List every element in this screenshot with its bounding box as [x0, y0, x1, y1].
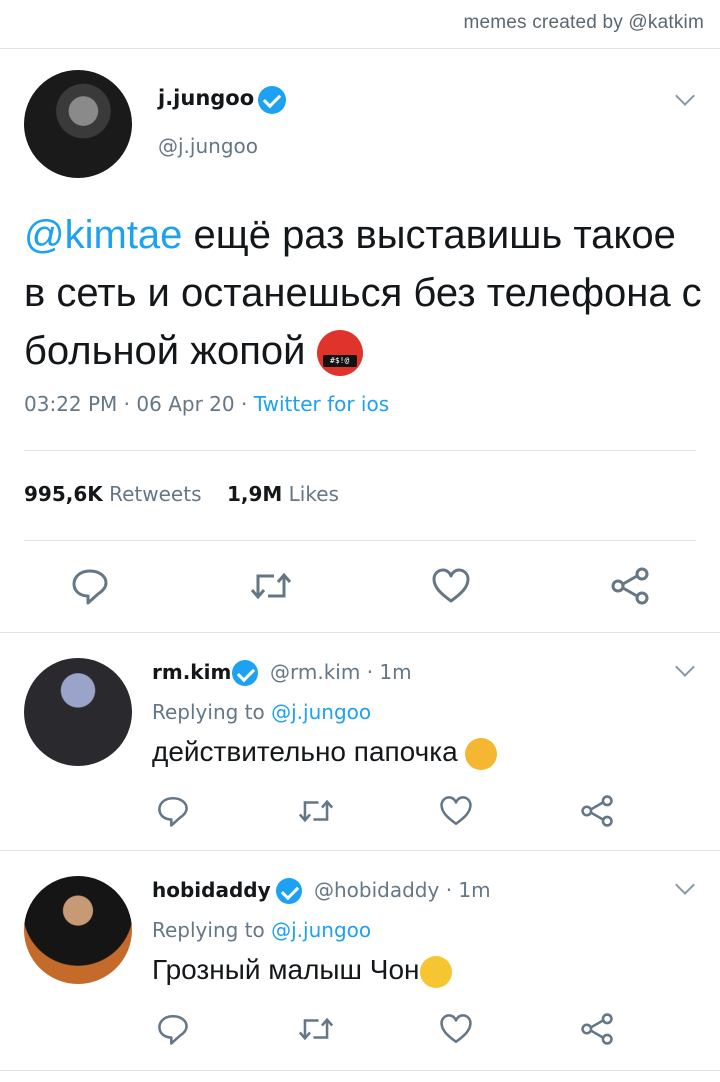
display-name[interactable]: hobidaddy	[152, 878, 271, 902]
retweet-icon[interactable]	[296, 1012, 336, 1046]
verified-badge-icon	[232, 660, 258, 686]
tweet-date: 06 Apr 20	[136, 392, 235, 416]
kissing-face-icon	[419, 955, 452, 988]
retweets-count: 995,6K	[24, 482, 103, 506]
replying-to-link[interactable]: @j.jungoo	[271, 700, 371, 724]
reply-icon[interactable]	[70, 566, 110, 606]
handle[interactable]: @hobidaddy	[314, 878, 439, 902]
share-icon[interactable]	[578, 1012, 616, 1046]
reply-icon[interactable]	[156, 794, 190, 828]
divider	[0, 632, 720, 633]
like-icon[interactable]	[438, 794, 474, 828]
tweet-stats: 995,6K Retweets 1,9M Likes	[24, 482, 339, 506]
credit-label: memes created by @katkim	[463, 12, 704, 33]
tweet-time: 03:22 PM	[24, 392, 118, 416]
reply-handle-meta: @hobidaddy · 1m	[314, 878, 491, 902]
replying-label: Replying to	[152, 918, 265, 942]
avatar[interactable]	[24, 876, 132, 984]
retweet-icon[interactable]	[296, 794, 336, 828]
tweet-text: @kimtae ещё раз выставишь такое в сеть и…	[24, 206, 704, 380]
mention-link[interactable]: @kimtae	[24, 213, 182, 257]
handle[interactable]: @rm.kim	[270, 660, 360, 684]
divider	[0, 1070, 720, 1071]
chevron-down-icon[interactable]	[675, 86, 695, 106]
verified-badge-icon	[258, 86, 286, 114]
retweet-icon[interactable]	[248, 566, 294, 606]
likes-label: Likes	[288, 482, 339, 506]
divider	[24, 540, 696, 541]
emoji-symbols: #$!@	[322, 355, 357, 368]
reply-icon[interactable]	[156, 1012, 190, 1046]
reply-text: Грозный малыш Чон	[152, 954, 452, 988]
replying-to-link[interactable]: @j.jungoo	[271, 918, 371, 942]
like-icon[interactable]	[438, 1012, 474, 1046]
likes-stat[interactable]: 1,9M Likes	[227, 482, 339, 506]
display-name[interactable]: rm.kim	[152, 660, 231, 684]
likes-count: 1,9M	[226, 482, 283, 506]
reply-body: действительно папочка	[152, 736, 458, 767]
chevron-down-icon[interactable]	[675, 875, 695, 895]
divider	[0, 48, 720, 49]
angry-symbols-face-icon: #$!@	[316, 330, 363, 377]
divider	[24, 450, 696, 451]
share-icon[interactable]	[578, 794, 616, 828]
verified-badge-icon	[276, 878, 302, 904]
handle[interactable]: @j.jungoo	[158, 134, 258, 158]
reply-age: 1m	[379, 660, 412, 684]
replying-to: Replying to @j.jungoo	[152, 918, 371, 942]
replying-label: Replying to	[152, 700, 265, 724]
retweets-stat[interactable]: 995,6K Retweets	[24, 482, 202, 506]
divider	[0, 850, 720, 851]
dizzy-face-icon	[465, 737, 498, 770]
share-icon[interactable]	[608, 566, 652, 606]
tweet-source-link[interactable]: Twitter for ios	[254, 392, 389, 416]
reply-handle-meta: @rm.kim · 1m	[270, 660, 412, 684]
avatar[interactable]	[24, 658, 132, 766]
reply-text: действительно папочка	[152, 736, 498, 770]
chevron-down-icon[interactable]	[675, 657, 695, 677]
replying-to: Replying to @j.jungoo	[152, 700, 371, 724]
like-icon[interactable]	[430, 566, 472, 606]
reply-age: 1m	[458, 878, 491, 902]
retweets-label: Retweets	[109, 482, 202, 506]
display-name[interactable]: j.jungoo	[158, 86, 254, 110]
reply-body: Грозный малыш Чон	[152, 954, 420, 985]
tweet-meta: 03:22 PM · 06 Apr 20 · Twitter for ios	[24, 392, 390, 416]
avatar[interactable]	[24, 70, 132, 178]
